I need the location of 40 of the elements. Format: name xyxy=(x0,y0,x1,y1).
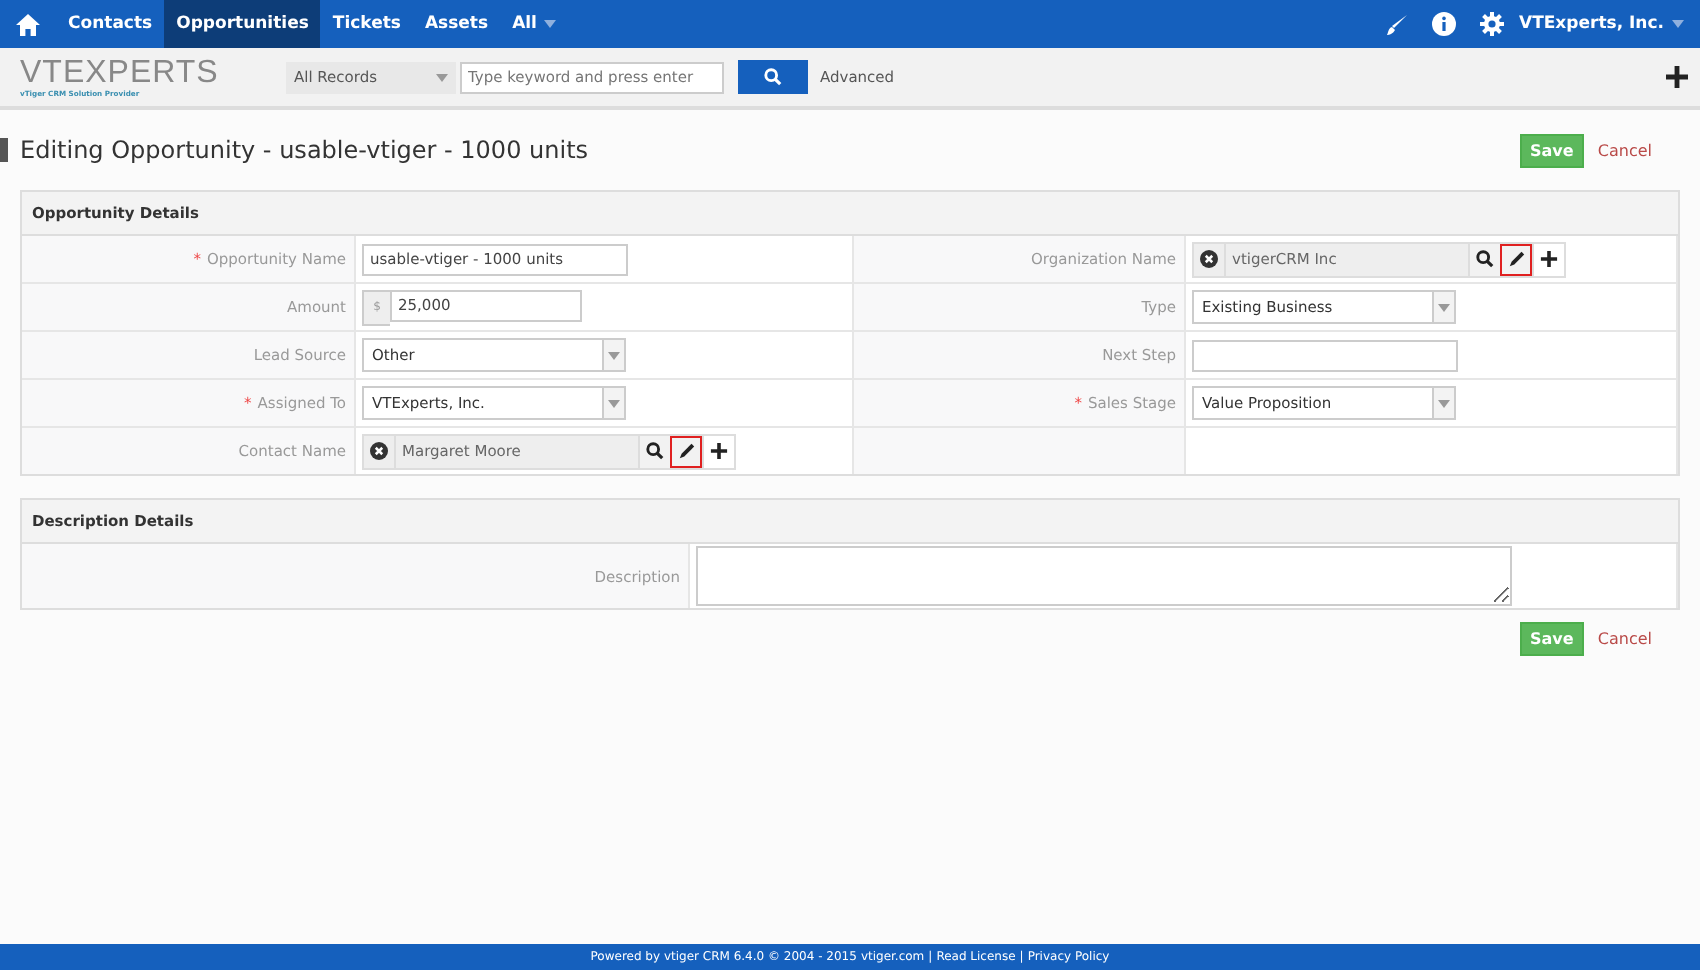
edit-button[interactable] xyxy=(1500,243,1532,275)
page-title: Editing Opportunity - usable-vtiger - 1000 units xyxy=(20,136,589,164)
pencil-icon xyxy=(1508,250,1526,268)
caret-icon xyxy=(608,399,620,407)
caret-icon xyxy=(1438,303,1450,311)
pencil-icon xyxy=(678,442,696,460)
clear-icon[interactable] xyxy=(1200,250,1218,268)
nav-tab[interactable]: Opportunities xyxy=(164,0,321,48)
search-button[interactable] xyxy=(1468,243,1500,275)
caret-icon xyxy=(436,73,448,81)
nav-tab[interactable]: Tickets xyxy=(320,0,413,48)
search-button[interactable] xyxy=(738,60,808,94)
plus-icon xyxy=(710,442,728,460)
description-field[interactable] xyxy=(696,546,1512,606)
cancel-link[interactable]: Cancel xyxy=(1597,141,1652,159)
user-menu[interactable]: VTExperts, Inc. xyxy=(1519,14,1684,34)
add-button[interactable] xyxy=(702,435,734,467)
settings-icon[interactable] xyxy=(1479,12,1503,36)
logo: VTEXPERTS xyxy=(20,57,221,89)
brush-icon[interactable] xyxy=(1385,13,1407,35)
clear-icon[interactable] xyxy=(370,442,388,460)
caret-icon xyxy=(1672,20,1684,28)
search-button[interactable] xyxy=(638,435,670,467)
text-field[interactable] xyxy=(1192,339,1458,371)
nav-tab[interactable]: Contacts xyxy=(56,0,165,48)
search-icon xyxy=(646,442,664,460)
caret-icon xyxy=(608,351,620,359)
plus-icon xyxy=(1540,250,1558,268)
home-icon[interactable] xyxy=(16,13,40,35)
nav-tab[interactable]: Assets xyxy=(412,0,501,48)
search-icon xyxy=(764,68,782,86)
sidebar-toggle[interactable] xyxy=(0,138,8,162)
search-icon xyxy=(1476,250,1494,268)
info-icon[interactable] xyxy=(1431,12,1455,36)
plus-icon[interactable] xyxy=(1666,66,1688,88)
nav-tab[interactable]: All xyxy=(500,0,569,48)
cancel-link[interactable]: Cancel xyxy=(1597,630,1652,648)
add-button[interactable] xyxy=(1532,243,1564,275)
edit-button[interactable] xyxy=(670,435,702,467)
caret-icon xyxy=(1438,399,1450,407)
